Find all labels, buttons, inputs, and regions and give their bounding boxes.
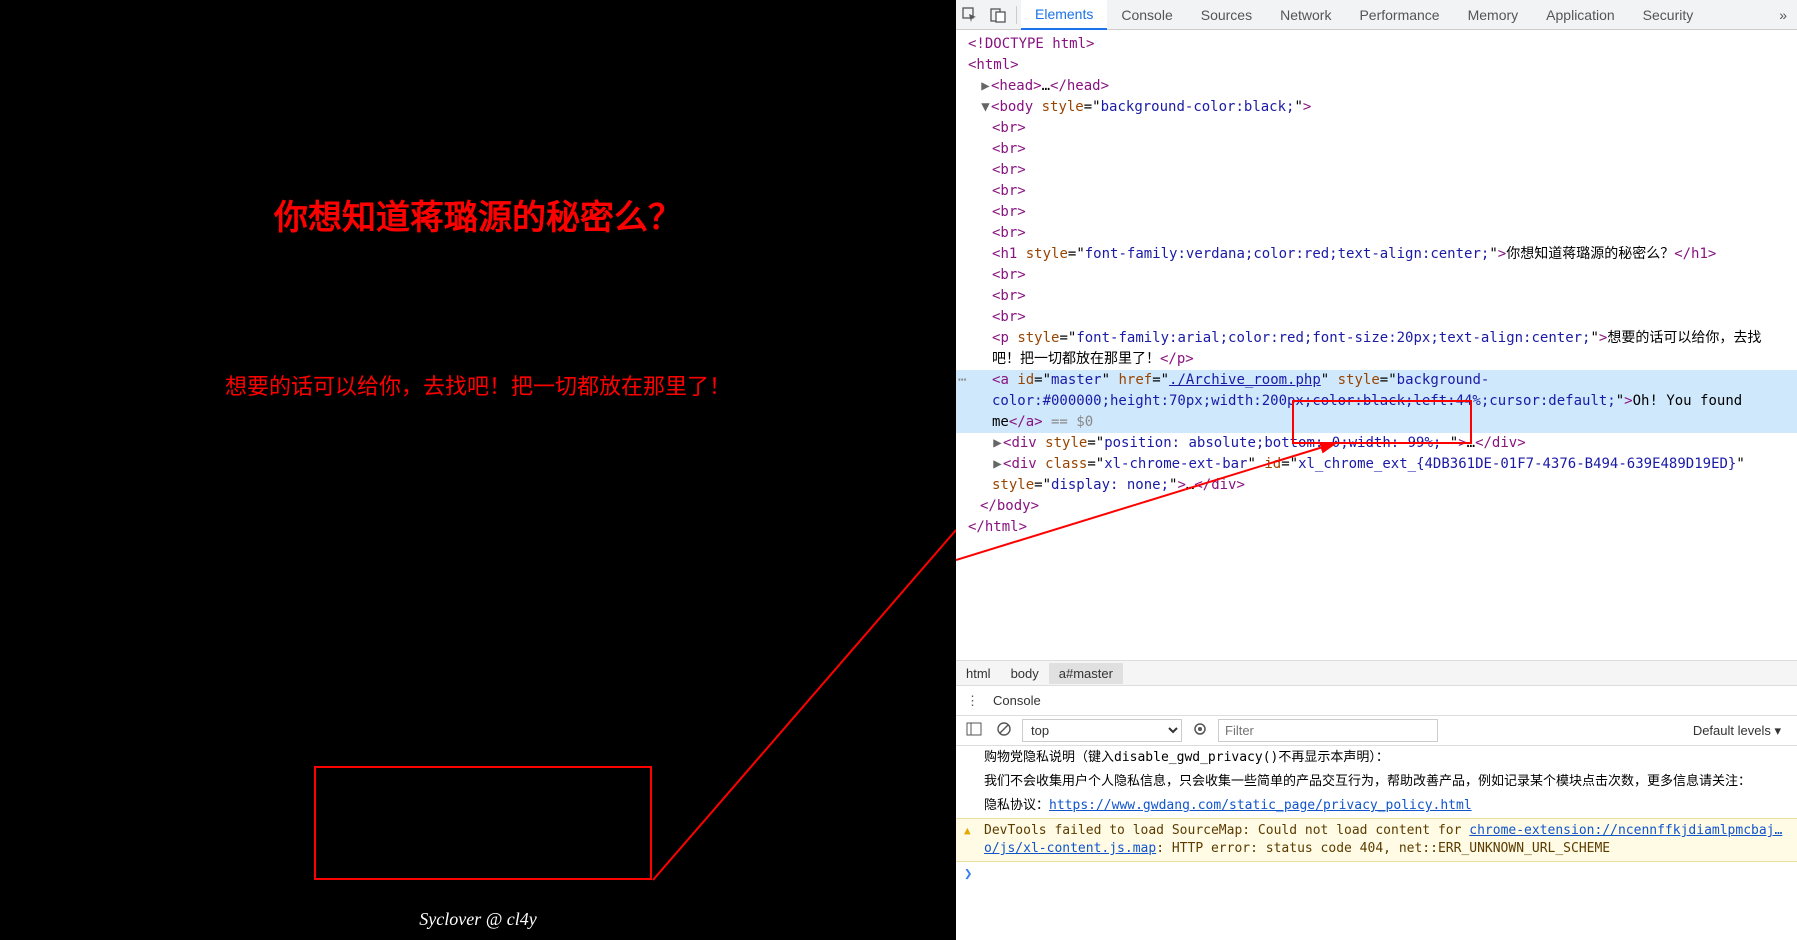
tab-security[interactable]: Security	[1629, 1, 1708, 29]
expand-arrow-icon[interactable]: ▶	[980, 76, 991, 97]
page-subtext: 想要的话可以给你，去找吧！把一切都放在那里了！	[0, 369, 956, 401]
devtools-tabbar: Elements Console Sources Network Perform…	[956, 0, 1797, 30]
dom-head[interactable]: ▶<head>…</head>	[956, 76, 1797, 97]
rendered-page: 你想知道蒋璐源的秘密么？ 想要的话可以给你，去找吧！把一切都放在那里了！ Syc…	[0, 0, 956, 940]
console-drawer-header: ⋮ Console	[956, 686, 1797, 716]
page-heading: 你想知道蒋璐源的秘密么？	[0, 190, 956, 239]
dom-body-open[interactable]: ▼<body style="background-color:black;">	[956, 97, 1797, 118]
tab-console[interactable]: Console	[1107, 1, 1186, 29]
privacy-link[interactable]: https://www.gwdang.com/static_page/priva…	[1049, 798, 1472, 813]
crumb-body[interactable]: body	[1001, 663, 1049, 684]
dom-br[interactable]: <br>	[956, 286, 1797, 307]
tab-performance[interactable]: Performance	[1345, 1, 1453, 29]
clear-console-icon[interactable]	[992, 719, 1016, 742]
tab-application[interactable]: Application	[1532, 1, 1629, 29]
annotation-box-found-me	[1292, 400, 1472, 444]
tab-memory[interactable]: Memory	[1454, 1, 1533, 29]
dom-br[interactable]: <br>	[956, 307, 1797, 328]
console-filter-input[interactable]	[1218, 719, 1438, 742]
console-menu-icon[interactable]: ⋮	[956, 693, 989, 709]
dom-h1[interactable]: <h1 style="font-family:verdana;color:red…	[956, 244, 1797, 265]
dom-doctype[interactable]: <!DOCTYPE html>	[968, 36, 1094, 52]
log-levels-select[interactable]: Default levels ▾	[1693, 723, 1791, 739]
console-context-select[interactable]: top	[1022, 719, 1182, 742]
dom-br[interactable]: <br>	[956, 118, 1797, 139]
crumb-a-master[interactable]: a#master	[1049, 663, 1123, 684]
page-footer: Syclover @ cl4y	[0, 909, 956, 930]
console-warning-row[interactable]: DevTools failed to load SourceMap: Could…	[956, 818, 1797, 862]
dom-br[interactable]: <br>	[956, 265, 1797, 286]
dom-br[interactable]: <br>	[956, 202, 1797, 223]
tab-network[interactable]: Network	[1266, 1, 1345, 29]
console-toolbar: top Default levels ▾	[956, 716, 1797, 746]
console-log-row[interactable]: 我们不会收集用户个人隐私信息，只会收集一些简单的产品交互行为，帮助改善产品，例如…	[956, 770, 1797, 794]
console-sidebar-toggle-icon[interactable]	[962, 719, 986, 742]
console-output: 购物党隐私说明（键入disable_gwd_privacy()不再显示本声明）：…	[956, 746, 1797, 940]
dom-br[interactable]: <br>	[956, 139, 1797, 160]
dom-tree[interactable]: <!DOCTYPE html> <html> ▶<head>…</head> ▼…	[956, 30, 1797, 660]
dom-br[interactable]: <br>	[956, 223, 1797, 244]
console-drawer-title[interactable]: Console	[989, 693, 1041, 708]
dom-br[interactable]: <br>	[956, 160, 1797, 181]
dom-br[interactable]: <br>	[956, 181, 1797, 202]
console-log-row[interactable]: 隐私协议：https://www.gwdang.com/static_page/…	[956, 794, 1797, 818]
more-tabs-icon[interactable]: »	[1769, 7, 1797, 23]
inspect-element-icon[interactable]	[956, 7, 984, 23]
dom-p[interactable]: <p style="font-family:arial;color:red;fo…	[956, 328, 1797, 370]
dom-div-ext[interactable]: ▶<div class="xl-chrome-ext-bar" id="xl_c…	[956, 454, 1797, 496]
live-expression-icon[interactable]	[1188, 719, 1212, 742]
console-log-row[interactable]: 购物党隐私说明（键入disable_gwd_privacy()不再显示本声明）：	[956, 746, 1797, 770]
dom-html-close[interactable]: </html>	[968, 519, 1027, 535]
dom-html-open[interactable]: <html>	[968, 57, 1019, 73]
crumb-html[interactable]: html	[956, 663, 1001, 684]
dom-breadcrumb: html body a#master	[956, 660, 1797, 686]
annotation-box-hidden-link	[314, 766, 652, 880]
tab-sources[interactable]: Sources	[1187, 1, 1266, 29]
devtools-panel: Elements Console Sources Network Perform…	[956, 0, 1797, 940]
toggle-device-icon[interactable]	[984, 7, 1012, 23]
collapse-arrow-icon[interactable]: ▼	[980, 97, 991, 118]
console-prompt[interactable]: ❯	[956, 862, 1797, 886]
dom-body-close[interactable]: </body>	[980, 498, 1039, 514]
tab-elements[interactable]: Elements	[1021, 0, 1107, 30]
